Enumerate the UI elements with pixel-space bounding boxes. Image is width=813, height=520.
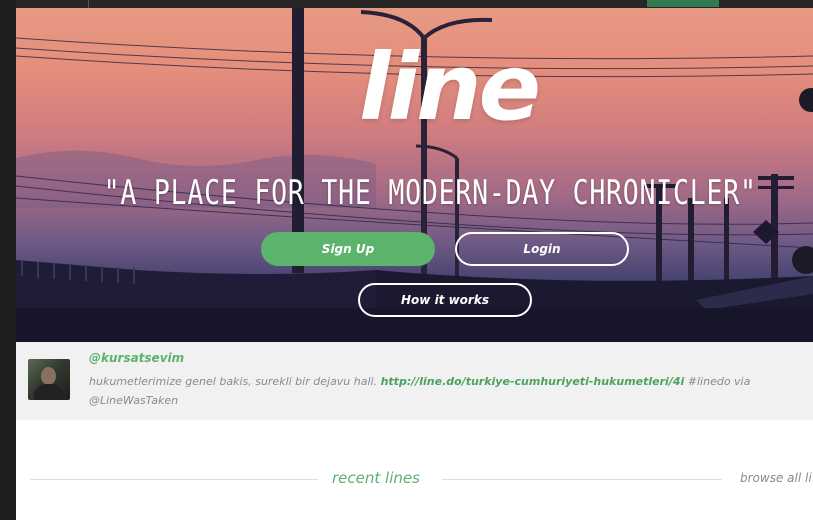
recent-lines-heading: recent lines [332,469,420,487]
section-divider-left [30,479,318,480]
top-bar-divider [88,0,89,8]
featured-tweet: @kursatsevim hukumetlerimize genel bakis… [16,342,813,420]
tweet-username[interactable]: @kursatsevim [89,351,184,365]
window-top-bar [0,0,813,8]
tweet-text: hukumetlerimize genel bakis, surekli bir… [89,372,779,410]
avatar[interactable] [28,359,70,400]
window-left-edge [0,0,16,520]
recent-lines-section: recent lines browse all li [16,420,813,520]
landing-page: line "A PLACE FOR THE MODERN-DAY CHRONIC… [16,8,813,520]
top-bar-accent-tab[interactable] [647,0,719,7]
how-it-works-button[interactable]: How it works [358,283,532,317]
section-divider-right [442,479,722,480]
tweet-link[interactable]: http://line.do/turkiye-cumhuriyeti-hukum… [381,375,685,388]
avatar-body [34,384,64,400]
browse-all-link[interactable]: browse all li [740,471,812,485]
avatar-face [41,367,56,385]
sign-up-button[interactable]: Sign Up [261,232,435,266]
tweet-text-start: hukumetlerimize genel bakis, surekli bir… [89,375,381,388]
hero-tagline: "A PLACE FOR THE MODERN-DAY CHRONICLER" [103,173,757,213]
line-logo: line [359,34,541,141]
login-button[interactable]: Login [455,232,629,266]
hero-banner: line "A PLACE FOR THE MODERN-DAY CHRONIC… [16,8,813,342]
